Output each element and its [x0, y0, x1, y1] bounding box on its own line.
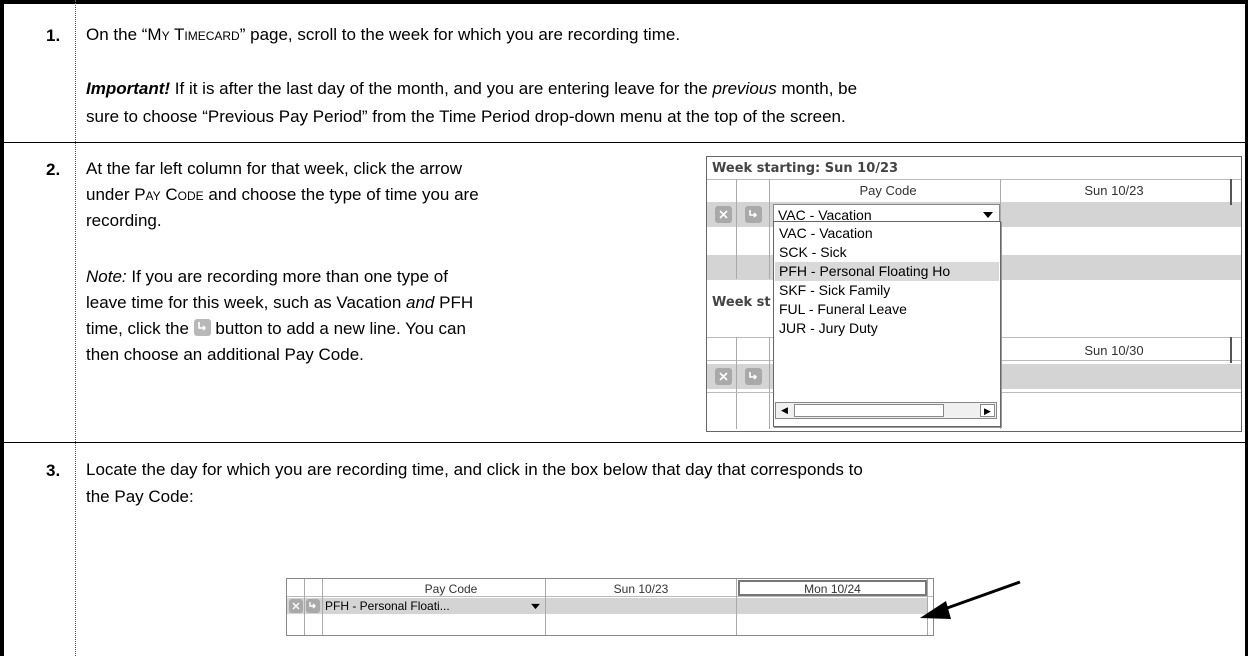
- row-divider: [0, 142, 1248, 143]
- column-header-paycode: Pay Code: [859, 183, 917, 198]
- step-2-note: time, click the button to add a new line…: [86, 319, 466, 338]
- dropdown-option[interactable]: SKF - Sick Family: [775, 281, 999, 300]
- delete-row-icon[interactable]: [715, 368, 732, 385]
- grid-line: [736, 179, 737, 279]
- dropdown-option[interactable]: VAC - Vacation: [775, 224, 999, 243]
- delete-row-icon[interactable]: [715, 206, 732, 223]
- add-line-icon[interactable]: [306, 599, 320, 613]
- grid-line: [1230, 179, 1232, 205]
- step-2-line: recording.: [86, 211, 162, 230]
- paycode-dropdown-list: VAC - Vacation SCK - Sick PFH - Personal…: [773, 221, 1001, 427]
- column-header-day: Sun 10/30: [1084, 343, 1144, 358]
- pointer-arrow-icon: [920, 580, 1021, 619]
- grid-line: [736, 337, 737, 429]
- add-line-icon: [193, 319, 211, 336]
- week-heading: Week starting: Sun 10/23: [712, 161, 899, 176]
- add-line-icon[interactable]: [745, 206, 762, 223]
- delete-row-icon[interactable]: [289, 599, 303, 613]
- step-3-line: Locate the day for which you are recordi…: [86, 460, 863, 479]
- grid-line: [304, 579, 305, 635]
- step-2-line: under Pay Code and choose the type of ti…: [86, 185, 479, 204]
- grid-line: [545, 579, 546, 635]
- step-1-important: Important! If it is after the last day o…: [86, 79, 858, 98]
- paycode-select[interactable]: PFH - Personal Floati...: [325, 599, 543, 613]
- grid-line: [287, 596, 933, 597]
- dropdown-option[interactable]: FUL - Funeral Leave: [775, 300, 999, 319]
- step-2-note: Note: If you are recording more than one…: [86, 267, 448, 286]
- step-2-note: then choose an additional Pay Code.: [86, 345, 364, 364]
- grid-line: [769, 337, 770, 429]
- step-3-line: the Pay Code:: [86, 487, 194, 506]
- week-heading: Week st: [712, 295, 771, 310]
- step-number: 1.: [46, 26, 61, 45]
- scroll-thumb[interactable]: [794, 404, 944, 417]
- add-line-icon[interactable]: [745, 368, 762, 385]
- timecard-screenshot-2: Pay Code Sun 10/23 Mon 10/24 PFH - Perso…: [286, 578, 934, 636]
- column-header-day: Sun 10/23: [1084, 183, 1144, 198]
- step-2-note: leave time for this week, such as Vacati…: [86, 293, 474, 312]
- step-number: 3.: [46, 461, 61, 480]
- scroll-left-icon[interactable]: ◀: [777, 404, 792, 417]
- dropdown-option[interactable]: JUR - Jury Duty: [775, 319, 999, 338]
- step-1-text: On the “My Timecard” page, scroll to the…: [86, 25, 681, 44]
- step-1-important-cont: sure to choose “Previous Pay Period” fro…: [86, 107, 846, 126]
- step-number: 2.: [46, 160, 61, 179]
- grid-line: [736, 579, 737, 635]
- chevron-down-icon: [983, 212, 993, 218]
- column-divider: [75, 0, 76, 656]
- chevron-down-icon: [531, 603, 540, 610]
- grid-line: [769, 179, 770, 279]
- step-2-line: At the far left column for that week, cl…: [86, 159, 463, 178]
- row-divider: [0, 442, 1248, 443]
- column-header-day: Sun 10/23: [613, 582, 669, 596]
- column-header-paycode: Pay Code: [424, 582, 478, 596]
- dropdown-option[interactable]: SCK - Sick: [775, 243, 999, 262]
- column-header-day: Mon 10/24: [804, 582, 861, 596]
- dropdown-scrollbar[interactable]: ◀ ▶: [775, 402, 997, 419]
- grid-line: [1230, 337, 1232, 363]
- dropdown-option[interactable]: PFH - Personal Floating Ho: [775, 262, 999, 281]
- grid-line: [322, 579, 323, 635]
- scroll-right-icon[interactable]: ▶: [980, 404, 995, 417]
